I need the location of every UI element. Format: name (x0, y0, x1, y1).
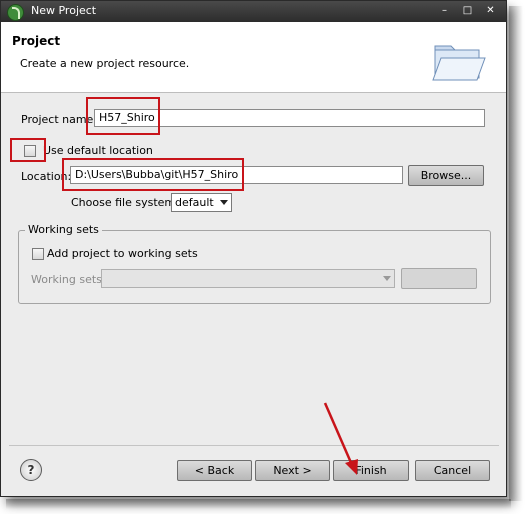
working-sets-combo[interactable] (101, 269, 395, 288)
back-button[interactable]: < Back (177, 460, 252, 481)
project-name-input[interactable]: H57_Shiro (94, 109, 485, 127)
use-default-location-label: Use default location (43, 144, 153, 157)
open-folder-icon (432, 45, 486, 81)
minimize-button[interactable]: – (437, 4, 452, 18)
working-sets-legend: Working sets (25, 223, 102, 236)
wizard-header: Project Create a new project resource. (1, 22, 506, 93)
page-title: Project (12, 34, 61, 48)
file-system-select[interactable]: default (171, 193, 232, 212)
location-input[interactable]: D:\Users\Bubba\git\H57_Shiro (70, 166, 403, 184)
close-button[interactable]: ✕ (483, 4, 498, 18)
eclipse-app-icon (7, 4, 24, 21)
window-shadow-right (509, 6, 523, 501)
new-project-dialog: New Project – □ ✕ Project Create a new p… (0, 0, 507, 497)
select-working-sets-button[interactable] (401, 268, 477, 289)
working-sets-group (18, 230, 491, 304)
working-sets-label: Working sets: (31, 273, 106, 286)
title-bar[interactable]: New Project – □ ✕ (1, 1, 506, 22)
window-title: New Project (31, 4, 97, 17)
page-description: Create a new project resource. (20, 57, 190, 70)
use-default-location-checkbox[interactable] (24, 145, 36, 157)
annotation-arrow-icon (323, 402, 358, 475)
location-label: Location: (21, 170, 72, 183)
browse-button[interactable]: Browse... (408, 165, 484, 186)
add-to-working-sets-label: Add project to working sets (47, 247, 198, 260)
window-shadow-bottom (6, 499, 511, 509)
chevron-down-icon (383, 276, 391, 281)
file-system-label: Choose file system: (71, 196, 179, 209)
cancel-button[interactable]: Cancel (415, 460, 490, 481)
footer-separator (9, 445, 499, 446)
add-to-working-sets-checkbox[interactable] (32, 248, 44, 260)
maximize-button[interactable]: □ (460, 4, 475, 18)
chevron-down-icon (220, 200, 228, 205)
project-name-label: Project name: (21, 113, 98, 126)
help-icon[interactable]: ? (20, 459, 42, 481)
file-system-value: default (175, 196, 214, 209)
